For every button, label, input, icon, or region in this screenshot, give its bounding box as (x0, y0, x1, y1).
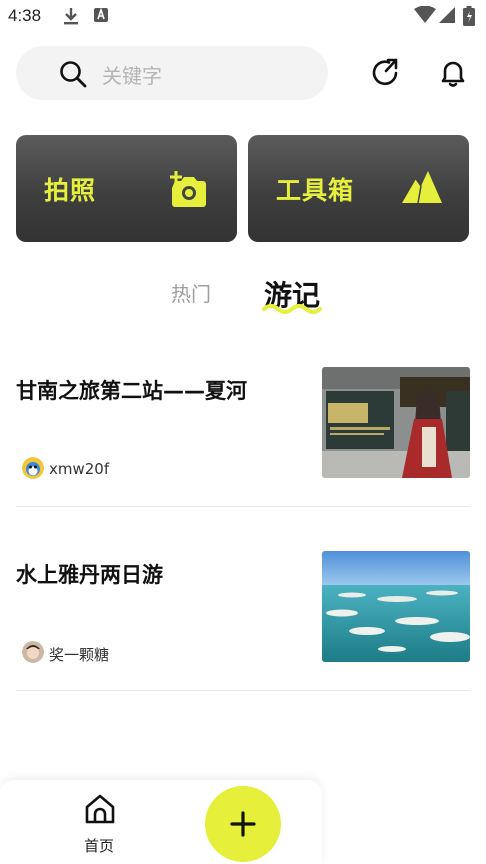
battery-icon (463, 6, 475, 30)
status-time: 4:38 (8, 6, 42, 25)
avatar (22, 641, 44, 663)
avatar (22, 457, 44, 479)
author-name: xmw20f (49, 460, 110, 478)
status-bar: 4:38 (0, 0, 486, 34)
search-icon (58, 59, 88, 93)
add-button[interactable] (205, 786, 281, 862)
signal-icon (438, 6, 456, 28)
article-title: 水上雅丹两日游 (16, 563, 163, 587)
search-placeholder: 关键字 (102, 64, 162, 88)
active-tab-indicator (262, 301, 322, 320)
toolbox-card[interactable]: 工具箱 (248, 135, 469, 242)
toolbox-card-label: 工具箱 (276, 176, 355, 205)
nav-home-label[interactable]: 首页 (84, 835, 114, 856)
notification-a-icon (93, 6, 109, 28)
wifi-icon (414, 5, 436, 28)
article-item[interactable]: 水上雅丹两日游 奖一颗糖 (16, 551, 470, 691)
tab-hot[interactable]: 热门 (171, 278, 211, 307)
mountain-icon (402, 169, 442, 209)
article-thumbnail[interactable] (322, 551, 470, 662)
search-input[interactable]: 关键字 (16, 46, 328, 100)
home-icon[interactable] (84, 793, 116, 829)
camera-card-label: 拍照 (44, 176, 97, 205)
article-title: 甘南之旅第二站——夏河 (16, 379, 247, 403)
camera-card[interactable]: 拍照 (16, 135, 237, 242)
author-name: 奖一颗糖 (49, 646, 110, 664)
refresh-share-icon[interactable] (369, 56, 403, 90)
article-thumbnail[interactable] (322, 367, 470, 478)
plus-icon (229, 810, 257, 842)
camera-plus-icon (167, 171, 211, 213)
bell-icon[interactable] (436, 56, 470, 90)
download-icon (62, 6, 80, 30)
article-item[interactable]: 甘南之旅第二站——夏河 xmw20f (16, 367, 470, 507)
